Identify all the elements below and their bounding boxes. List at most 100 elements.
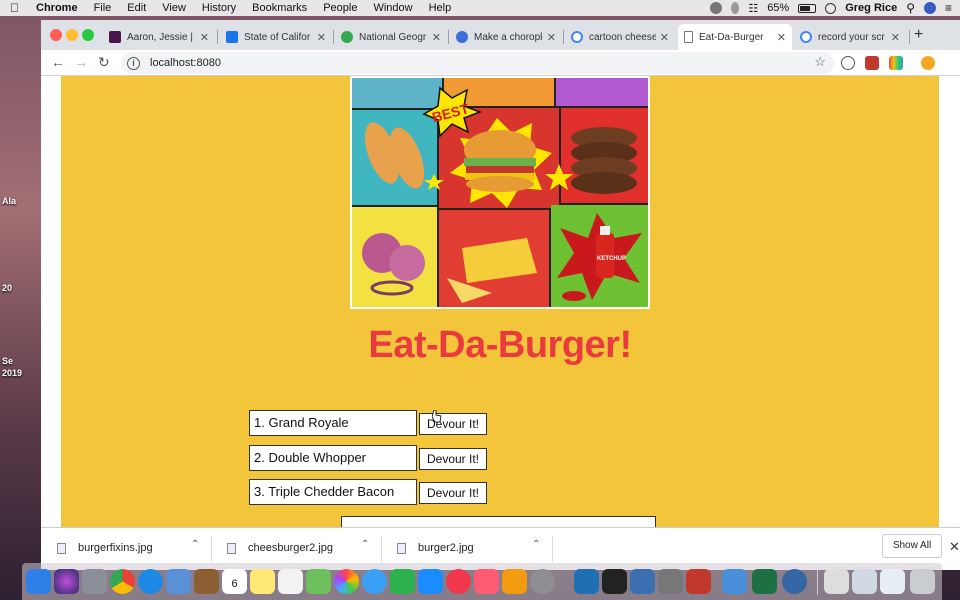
close-tab-icon[interactable]: ✕ xyxy=(200,31,209,44)
chevron-up-icon[interactable]: ⌃ xyxy=(361,539,369,550)
photos-icon[interactable] xyxy=(334,569,359,594)
tab-label: Eat-Da-Burger xyxy=(699,31,764,43)
music-icon[interactable] xyxy=(474,569,499,594)
preview-icon[interactable] xyxy=(166,569,191,594)
app-icon[interactable] xyxy=(658,569,683,594)
extension-icon[interactable] xyxy=(865,56,879,70)
tab-record-your-screen[interactable]: record your scr ✕ xyxy=(794,24,906,50)
tab-national-geographic[interactable]: National Geogr ✕ xyxy=(335,24,447,50)
tab-choropleth[interactable]: Make a chorople ✕ xyxy=(450,24,562,50)
new-tab-button[interactable]: + xyxy=(914,26,923,44)
pointer-cursor-icon xyxy=(432,410,442,423)
finder-icon[interactable] xyxy=(26,569,51,594)
menu-user-name[interactable]: Greg Rice xyxy=(845,2,897,14)
user-switch-icon[interactable] xyxy=(825,2,837,14)
chevron-up-icon[interactable]: ⌃ xyxy=(191,539,199,550)
devour-button[interactable]: Devour It! xyxy=(419,482,487,504)
record-icon[interactable] xyxy=(710,2,723,14)
download-item[interactable]: burger2.jpg xyxy=(397,538,474,558)
info-icon[interactable]: i xyxy=(127,56,140,70)
folder-icon[interactable] xyxy=(880,569,905,594)
address-bar[interactable]: i localhost:8080 ☆ xyxy=(121,52,834,74)
close-tab-icon[interactable]: ✕ xyxy=(547,31,556,44)
add-burger-input[interactable] xyxy=(341,516,656,527)
vscode-icon[interactable] xyxy=(574,569,599,594)
calendar-icon[interactable]: 6 xyxy=(222,569,247,594)
bookmark-star-icon[interactable]: ☆ xyxy=(814,54,826,70)
menu-history[interactable]: History xyxy=(202,2,236,14)
tab-label: cartoon cheese xyxy=(589,31,656,43)
app-store-icon[interactable] xyxy=(418,569,443,594)
books-icon[interactable] xyxy=(502,569,527,594)
chevron-up-icon[interactable]: ⌃ xyxy=(532,539,540,550)
document-icon[interactable] xyxy=(824,569,849,594)
menu-bookmarks[interactable]: Bookmarks xyxy=(252,2,307,14)
git-icon[interactable] xyxy=(630,569,655,594)
maps-icon[interactable] xyxy=(306,569,331,594)
map-icon xyxy=(226,31,238,43)
back-icon[interactable]: ← xyxy=(51,54,65,70)
menu-file[interactable]: File xyxy=(94,2,112,14)
menu-app-name[interactable]: Chrome xyxy=(36,2,78,14)
download-item[interactable]: cheesburger2.jpg xyxy=(227,538,333,558)
contacts-icon[interactable] xyxy=(194,569,219,594)
show-all-button[interactable]: Show All xyxy=(882,534,942,558)
minimize-window-button[interactable] xyxy=(66,29,78,41)
safari-icon[interactable] xyxy=(138,569,163,594)
chrome-icon[interactable] xyxy=(110,569,135,594)
tab-eat-da-burger[interactable]: Eat-Da-Burger ✕ xyxy=(678,24,792,50)
burger-comic-image: BEST KETCHUP xyxy=(350,76,650,309)
extension-icon[interactable] xyxy=(841,56,855,70)
siri-icon[interactable] xyxy=(923,2,936,14)
burger-name: 3. Triple Chedder Bacon xyxy=(249,479,417,505)
close-tab-icon[interactable]: ✕ xyxy=(777,31,786,44)
menu-bar:  Chrome File Edit View History Bookmark… xyxy=(0,0,960,16)
devour-button[interactable]: Devour It! xyxy=(419,448,487,470)
close-tab-icon[interactable]: ✕ xyxy=(432,31,441,44)
battery-icon[interactable] xyxy=(798,3,817,13)
close-tab-icon[interactable]: ✕ xyxy=(660,31,669,44)
menu-people[interactable]: People xyxy=(323,2,357,14)
menu-help[interactable]: Help xyxy=(429,2,452,14)
messages-icon[interactable] xyxy=(362,569,387,594)
address-url[interactable]: localhost:8080 xyxy=(150,57,221,69)
wifi-icon[interactable]: ☷ xyxy=(748,2,758,15)
excel-icon[interactable] xyxy=(752,569,777,594)
app-icon[interactable] xyxy=(722,569,747,594)
apple-icon[interactable]:  xyxy=(10,1,24,15)
tab-cartoon-cheese[interactable]: cartoon cheese ✕ xyxy=(565,24,675,50)
app-icon[interactable] xyxy=(782,569,807,594)
close-tab-icon[interactable]: ✕ xyxy=(891,31,900,44)
close-window-button[interactable] xyxy=(50,29,62,41)
download-item[interactable]: burgerfixins.jpg xyxy=(57,538,153,558)
reminders-icon[interactable] xyxy=(278,569,303,594)
close-tab-icon[interactable]: ✕ xyxy=(317,31,326,44)
launchpad-icon[interactable] xyxy=(82,569,107,594)
facetime-icon[interactable] xyxy=(390,569,415,594)
extension-icon[interactable] xyxy=(889,56,903,70)
devour-button[interactable]: Devour It! xyxy=(419,413,487,435)
comic-illustration: BEST KETCHUP xyxy=(352,78,648,307)
notes-icon[interactable] xyxy=(250,569,275,594)
google-icon xyxy=(571,31,583,43)
menu-view[interactable]: View xyxy=(162,2,186,14)
siri-icon[interactable] xyxy=(54,569,79,594)
menu-window[interactable]: Window xyxy=(373,2,412,14)
reload-icon[interactable]: ↻ xyxy=(98,54,110,71)
news-icon[interactable] xyxy=(446,569,471,594)
folder-icon[interactable] xyxy=(852,569,877,594)
spotlight-icon[interactable]: ⚲ xyxy=(906,1,915,15)
tab-state-of-california[interactable]: State of Califor ✕ xyxy=(220,24,332,50)
system-preferences-icon[interactable] xyxy=(530,569,555,594)
menu-edit[interactable]: Edit xyxy=(127,2,146,14)
forward-icon[interactable]: → xyxy=(74,54,88,70)
notification-center-icon[interactable]: ≡ xyxy=(945,1,952,15)
profile-avatar[interactable] xyxy=(921,56,935,70)
tab-aaron-jessie[interactable]: Aaron, Jessie | ✕ xyxy=(103,24,215,50)
bluetooth-icon[interactable] xyxy=(731,2,740,14)
close-icon[interactable]: ✕ xyxy=(949,539,960,555)
trash-icon[interactable] xyxy=(910,569,935,594)
app-icon[interactable] xyxy=(686,569,711,594)
zoom-window-button[interactable] xyxy=(82,29,94,41)
terminal-icon[interactable] xyxy=(602,569,627,594)
